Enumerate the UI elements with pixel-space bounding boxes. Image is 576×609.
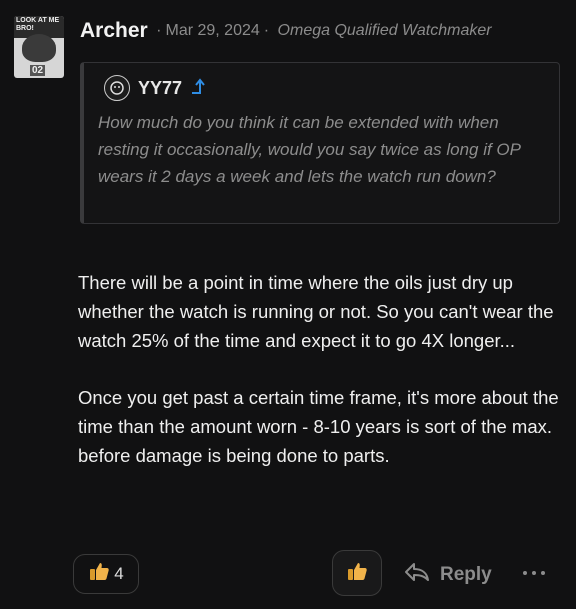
reply-button[interactable]: Reply (404, 562, 492, 588)
post-header: Archer · Mar 29, 2024 · Omega Qualified Wa… (80, 19, 492, 43)
post-meta: · Mar 29, 2024 · Omega Qualified Watchmake… (152, 22, 491, 39)
quote-block: YY77 How much do you think it can be ext… (80, 62, 560, 224)
react-button[interactable] (332, 550, 382, 596)
avatar-figure (22, 34, 56, 62)
post-paragraph: There will be a point in time where the … (78, 272, 554, 351)
thumbs-up-icon (346, 560, 368, 587)
user-title: Omega Qualified Watchmaker (277, 22, 492, 39)
quote-avatar[interactable] (104, 75, 130, 101)
separator-dot: · (156, 22, 162, 39)
avatar[interactable]: LOOK AT ME BRO! 02 (14, 16, 64, 78)
quote-username[interactable]: YY77 (138, 78, 182, 99)
post-paragraph: Once you get past a certain time frame, … (78, 387, 559, 466)
quote-header: YY77 (104, 75, 210, 101)
arrow-up-icon[interactable] (190, 77, 210, 100)
like-button[interactable]: 4 (73, 554, 139, 594)
author-name[interactable]: Archer (80, 19, 148, 42)
like-count: 4 (114, 564, 124, 583)
thumbs-up-icon (88, 560, 110, 588)
quote-avatar-icon (110, 81, 124, 95)
quote-text: How much do you think it can be extended… (98, 113, 521, 186)
avatar-number: 02 (30, 65, 46, 76)
more-dots-icon[interactable] (521, 560, 547, 583)
post-body: There will be a point in time where the … (78, 268, 568, 498)
separator-dot: · (263, 22, 270, 39)
reply-label: Reply (440, 564, 492, 585)
post-date[interactable]: Mar 29, 2024 (165, 22, 259, 39)
reply-arrow-icon (404, 562, 430, 588)
avatar-caption: LOOK AT ME BRO! (16, 17, 60, 32)
